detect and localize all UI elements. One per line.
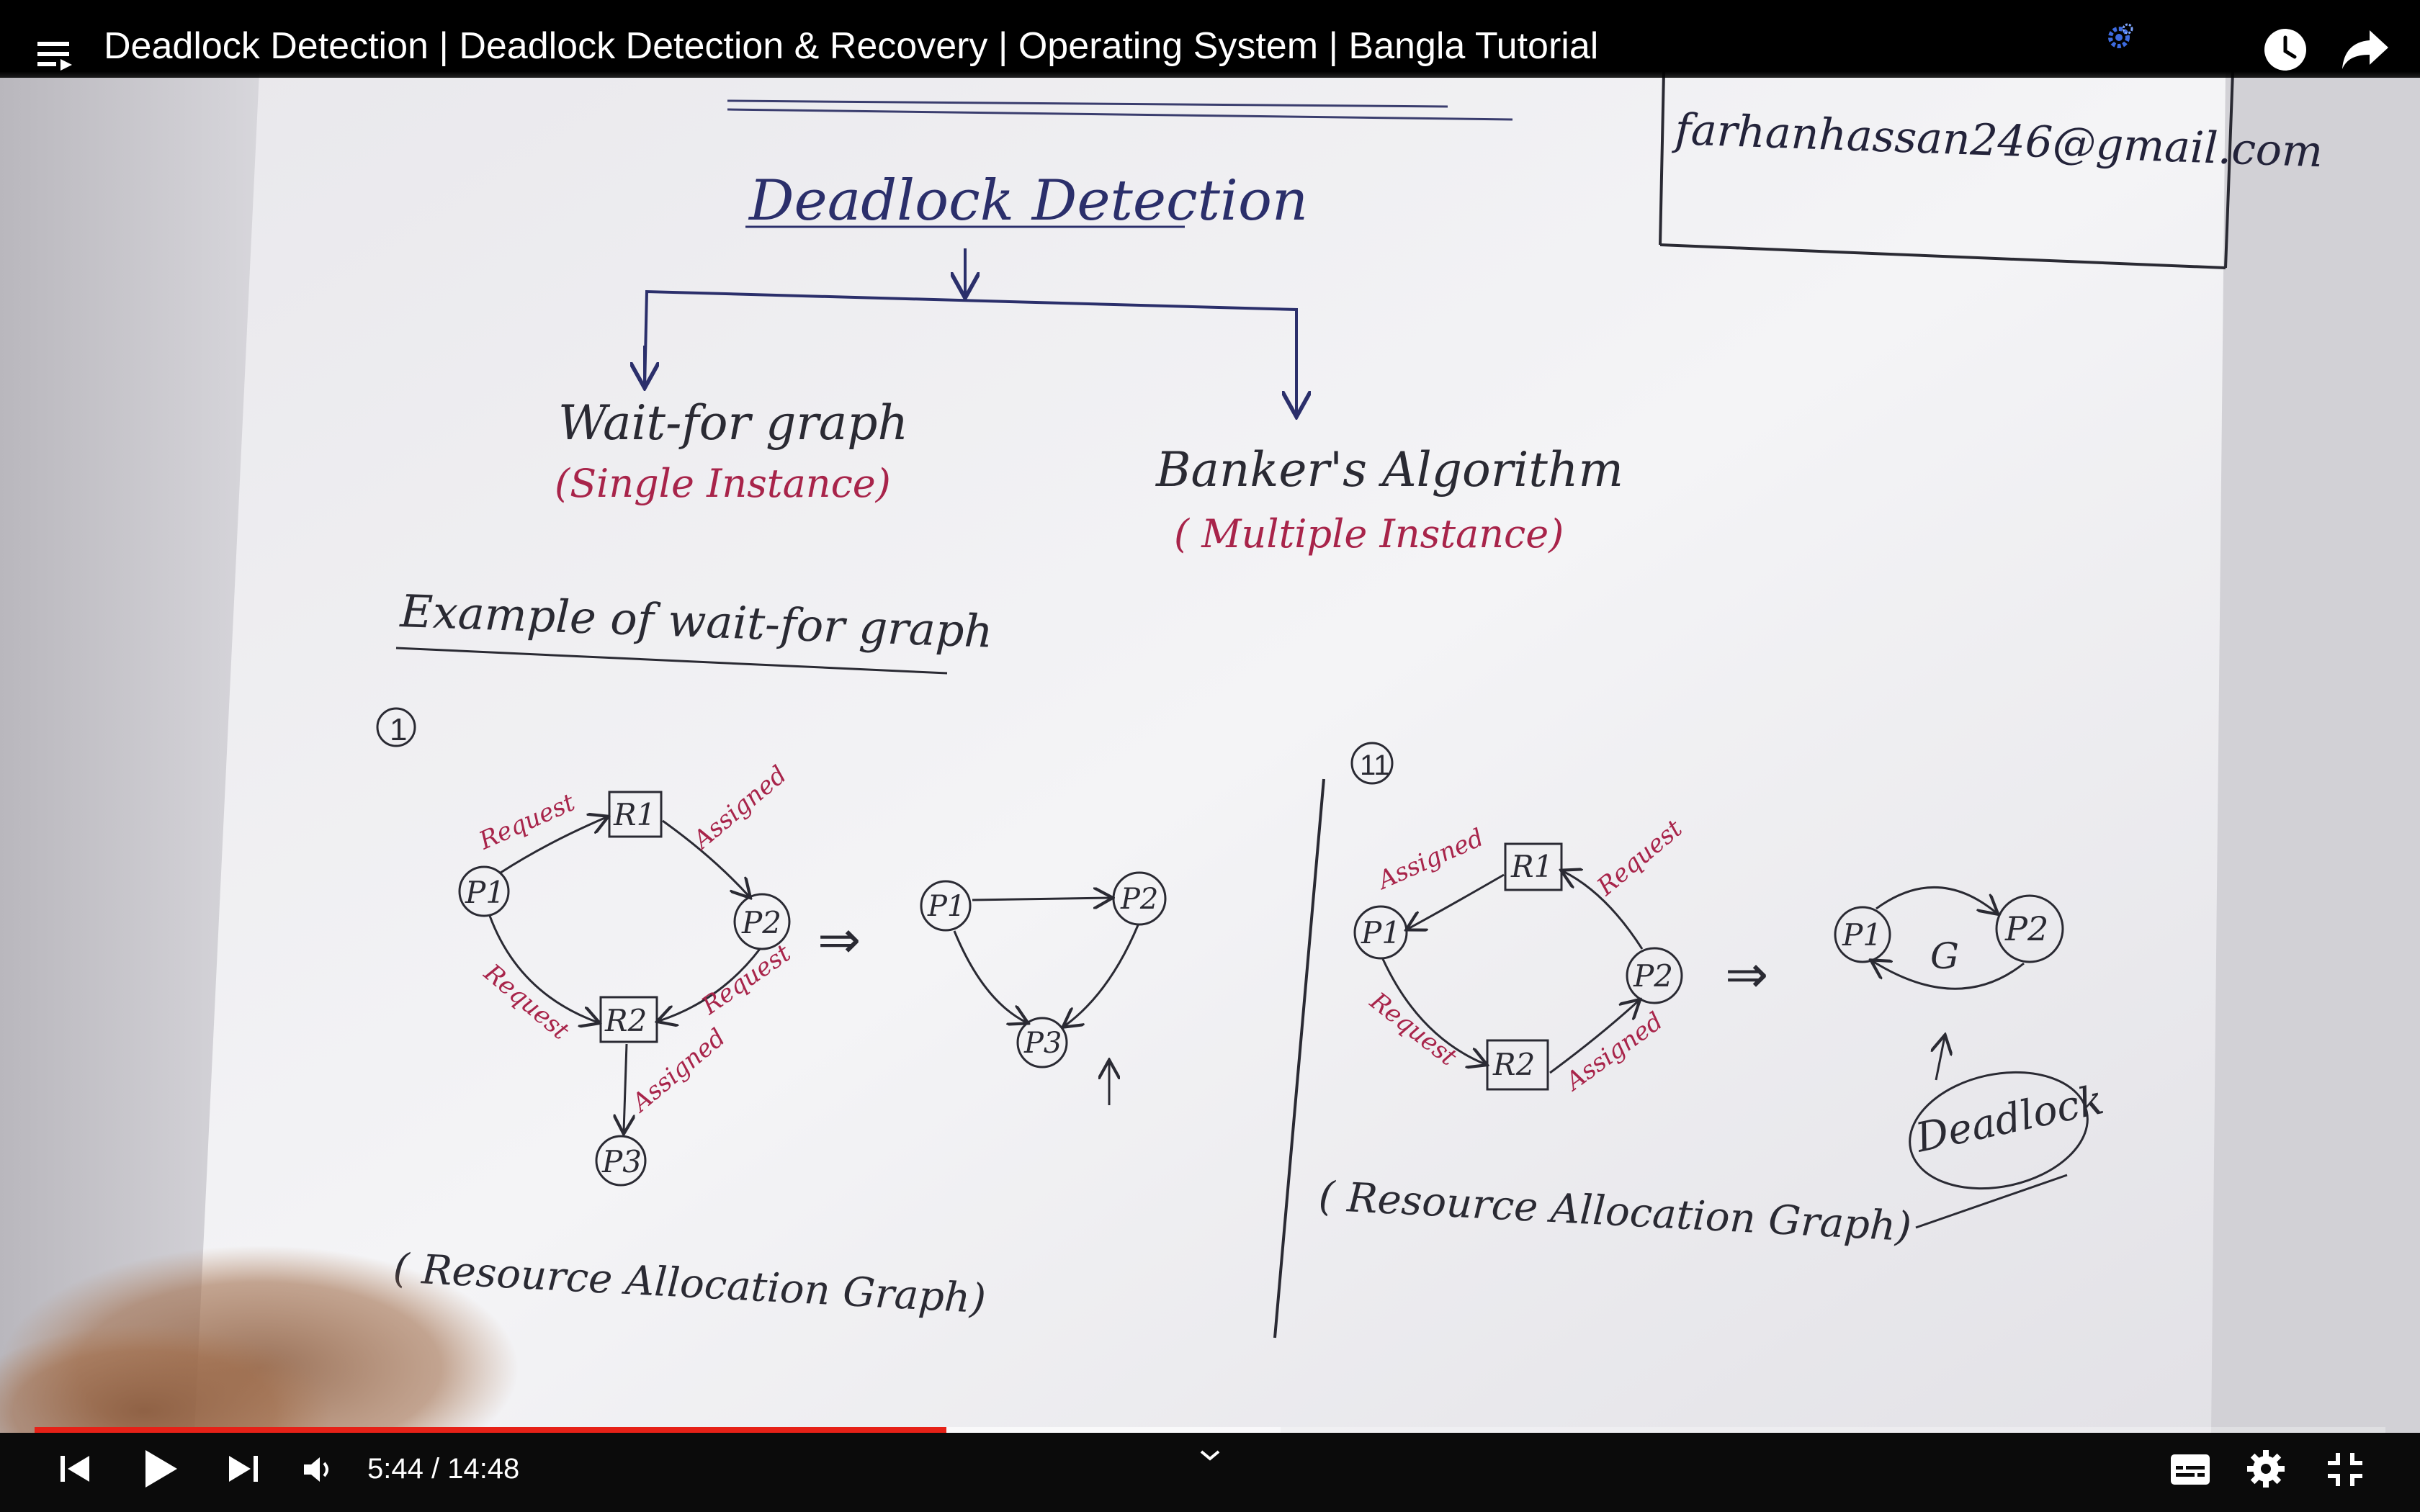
- svg-text:⇒: ⇒: [817, 909, 861, 970]
- svg-text:P2: P2: [1633, 958, 1673, 994]
- next-icon[interactable]: [228, 1453, 259, 1485]
- svg-text:P1: P1: [1842, 917, 1882, 953]
- chevron-down-icon[interactable]: [1199, 1449, 1221, 1463]
- svg-text:P2: P2: [1120, 883, 1158, 916]
- left-branch-note: (Single Instance): [555, 461, 891, 506]
- watch-later-icon[interactable]: [2263, 27, 2308, 72]
- svg-text:R2: R2: [1492, 1047, 1535, 1082]
- svg-text:P1: P1: [927, 890, 965, 923]
- right-branch-label: Banker's Algorithm: [1155, 442, 1623, 498]
- time-current: 5:44: [367, 1453, 424, 1485]
- svg-text:P3: P3: [601, 1144, 642, 1179]
- svg-text:P1: P1: [465, 875, 505, 910]
- annotations-gear-icon[interactable]: [2105, 20, 2136, 52]
- svg-text:⇒: ⇒: [1725, 944, 1768, 1004]
- svg-text:P2: P2: [741, 905, 781, 940]
- video-frame[interactable]: farhanhassan246@gmail.com Deadlock Detec…: [0, 0, 2420, 1512]
- volume-icon[interactable]: [302, 1454, 334, 1485]
- board-heading: Deadlock Detection: [748, 168, 1308, 233]
- time-separator: /: [423, 1453, 448, 1485]
- control-bar: 5:44 / 14:48: [0, 1433, 2420, 1512]
- example1-marker: 1: [390, 712, 407, 747]
- subtitles-icon[interactable]: [2171, 1454, 2210, 1485]
- left-branch-label: Wait-for graph: [558, 395, 908, 451]
- svg-text:R1: R1: [1510, 849, 1553, 884]
- exit-fullscreen-icon[interactable]: [2328, 1453, 2362, 1486]
- time-total: 14:48: [447, 1453, 520, 1485]
- example2-marker: 11: [1360, 750, 1390, 781]
- previous-icon[interactable]: [59, 1453, 91, 1485]
- svg-text:P1: P1: [1361, 915, 1401, 950]
- settings-icon[interactable]: [2247, 1450, 2285, 1488]
- playlist-icon[interactable]: [37, 37, 75, 71]
- share-icon[interactable]: [2342, 30, 2388, 69]
- top-bar: Deadlock Detection | Deadlock Detection …: [0, 0, 2420, 78]
- svg-text:G: G: [1930, 935, 1959, 977]
- svg-text:P3: P3: [1023, 1027, 1062, 1060]
- right-branch-note: ( Multiple Instance): [1174, 511, 1564, 557]
- video-player[interactable]: farhanhassan246@gmail.com Deadlock Detec…: [0, 0, 2420, 1512]
- time-display: 5:44 / 14:48: [367, 1453, 519, 1485]
- video-title[interactable]: Deadlock Detection | Deadlock Detection …: [104, 24, 1598, 68]
- svg-text:R2: R2: [604, 1003, 647, 1038]
- svg-text:P2: P2: [2004, 909, 2048, 948]
- svg-text:R1: R1: [613, 797, 655, 832]
- play-icon[interactable]: [143, 1449, 179, 1489]
